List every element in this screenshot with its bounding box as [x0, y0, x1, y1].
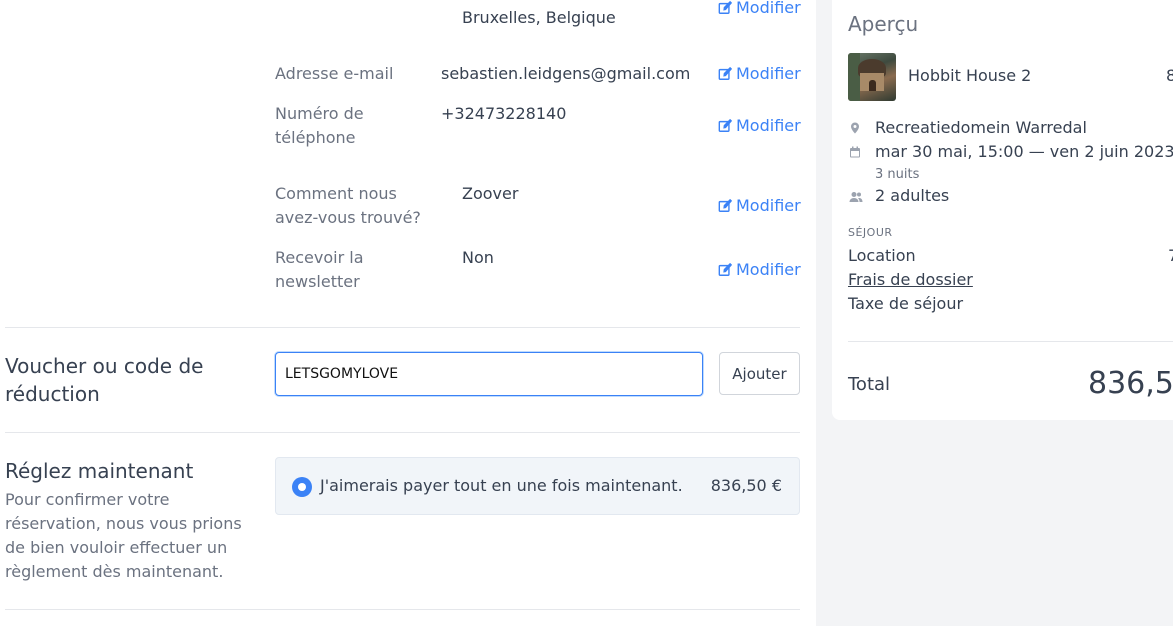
edit-icon [718, 1, 732, 14]
edit-icon [718, 263, 732, 276]
edit-icon [718, 119, 732, 132]
edit-icon [718, 199, 732, 212]
voucher-title: Voucher ou code de réduction [5, 354, 204, 406]
pay-full-option[interactable]: J'aimerais payer tout en une fois mainte… [275, 457, 800, 515]
divider [5, 609, 800, 610]
location-pin-icon [851, 122, 859, 134]
email-label: Adresse e-mail [275, 64, 394, 83]
phone-label: Numéro de téléphone [275, 104, 364, 147]
email-value: sebastien.leidgens@gmail.com [441, 64, 691, 83]
total-label: Total [848, 374, 891, 395]
divider [5, 432, 800, 433]
users-icon [849, 192, 863, 202]
listing-thumbnail [848, 53, 896, 101]
dates-text: mar 30 mai, 15:00 — ven 2 juin 2023, 10 [875, 142, 1173, 161]
pay-full-radio[interactable] [292, 477, 312, 497]
overview-title: Aperçu [848, 12, 919, 36]
newsletter-value: Non [462, 248, 494, 267]
payment-description: Pour confirmer votre réservation, nous v… [5, 490, 242, 581]
payment-title: Réglez maintenant [5, 459, 194, 483]
stay-heading: SÉJOUR [848, 226, 893, 239]
divider [5, 327, 800, 328]
listing-name: Hobbit House 2 [908, 66, 1032, 85]
modify-phone-button[interactable]: Modifier [718, 114, 801, 138]
fees-link[interactable]: Frais de dossier [848, 268, 973, 292]
found-label: Comment nous avez-vous trouvé? [275, 184, 421, 227]
add-voucher-button[interactable]: Ajouter [719, 352, 800, 395]
tax-label: Taxe de séjour [848, 294, 964, 313]
newsletter-label: Recevoir la newsletter [275, 248, 364, 291]
modify-found-button[interactable]: Modifier [718, 194, 801, 218]
modify-label: Modifier [736, 64, 801, 83]
nights-text: 3 nuits [875, 167, 920, 182]
modify-label: Modifier [736, 196, 801, 215]
voucher-input[interactable] [275, 352, 703, 396]
total-value: 836,5 [1088, 366, 1173, 401]
summary-divider [848, 341, 1173, 342]
calendar-icon [850, 146, 860, 158]
listing-price: 8 [1166, 66, 1173, 85]
modify-label: Modifier [736, 116, 801, 135]
modify-label: Modifier [736, 260, 801, 279]
pay-full-label: J'aimerais payer tout en une fois mainte… [320, 476, 683, 495]
found-value: Zoover [462, 184, 519, 203]
modify-email-button[interactable]: Modifier [718, 62, 801, 86]
address-line-2: Bruxelles, Belgique [462, 8, 616, 27]
edit-icon [718, 67, 732, 80]
rental-value: 7 [1168, 244, 1173, 268]
location-text: Recreatiedomein Warredal [875, 118, 1087, 137]
phone-value: +32473228140 [441, 104, 567, 123]
rental-label: Location [848, 246, 916, 265]
guests-text: 2 adultes [875, 186, 950, 205]
modify-address-button[interactable]: Modifier [718, 0, 801, 20]
modify-newsletter-button[interactable]: Modifier [718, 258, 801, 282]
modify-label: Modifier [736, 0, 801, 17]
pay-full-amount: 836,50 € [710, 476, 782, 495]
